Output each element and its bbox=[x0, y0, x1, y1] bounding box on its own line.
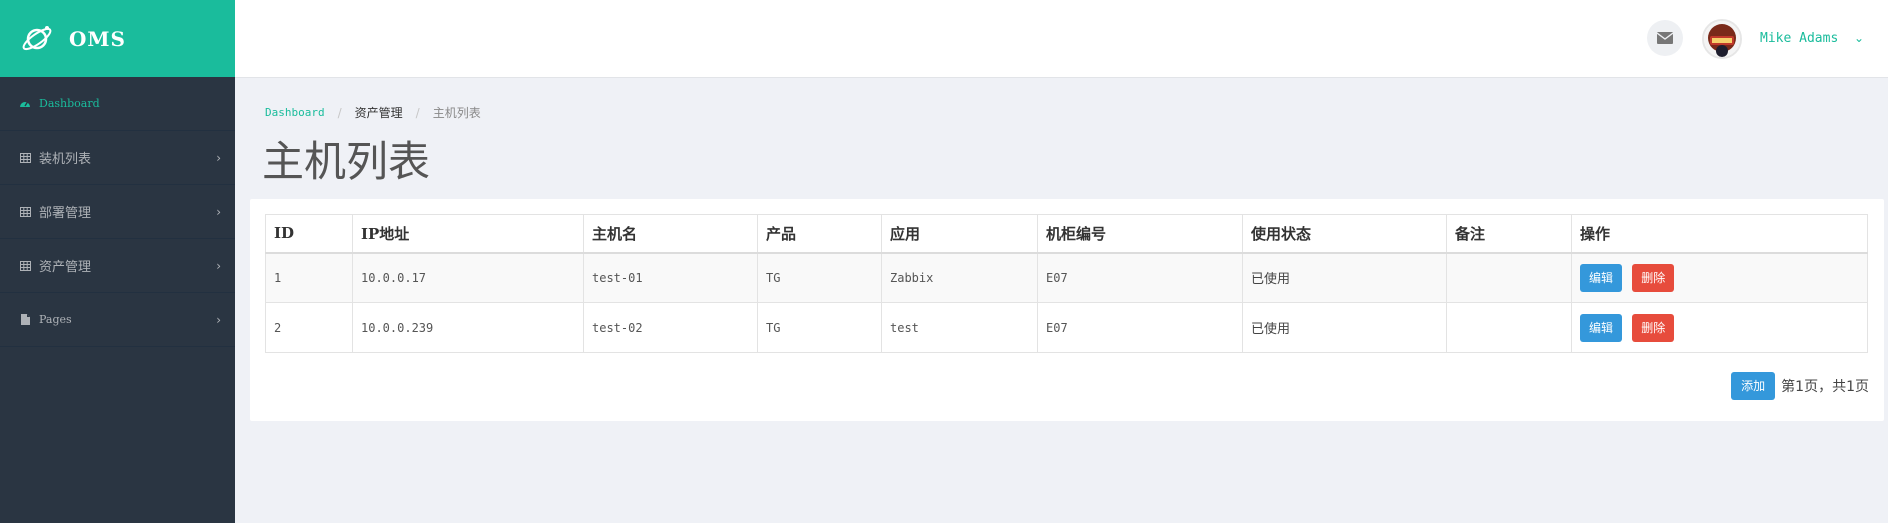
column-header-hostname: 主机名 bbox=[583, 214, 758, 254]
brand-name: OMS bbox=[69, 26, 127, 51]
cell-status: 已使用 bbox=[1242, 252, 1447, 303]
user-menu-name[interactable]: Mike Adams bbox=[1760, 31, 1838, 46]
add-button[interactable]: 添加 bbox=[1731, 372, 1776, 400]
sidebar-item-label: 部署管理 bbox=[39, 206, 92, 221]
envelope-icon bbox=[1656, 29, 1674, 48]
cell-note bbox=[1446, 252, 1572, 303]
table-icon bbox=[19, 260, 31, 272]
cell-product: TG bbox=[757, 252, 882, 303]
sidebar-item-install-list[interactable]: 装机列表 › bbox=[0, 131, 235, 185]
sidebar-item-pages[interactable]: Pages › bbox=[0, 293, 235, 347]
table-row: 2 10.0.0.239 test-02 TG test E07 已使用 编辑 … bbox=[265, 302, 1868, 353]
sidebar: OMS Dashboard 装机列表 › 部署管理 › 资产管理 › Pages… bbox=[0, 0, 235, 523]
cell-app: test bbox=[881, 302, 1038, 353]
page-title: 主机列表 bbox=[262, 137, 431, 186]
delete-button[interactable]: 删除 bbox=[1632, 313, 1675, 342]
avatar[interactable] bbox=[1702, 19, 1742, 59]
column-header-id: ID bbox=[265, 214, 353, 254]
sidebar-item-label: Dashboard bbox=[39, 97, 100, 110]
sidebar-item-label: 装机列表 bbox=[39, 152, 92, 167]
brand[interactable]: OMS bbox=[0, 0, 235, 77]
column-header-actions: 操作 bbox=[1571, 214, 1868, 254]
breadcrumb-dashboard-link[interactable]: Dashboard bbox=[265, 106, 325, 119]
column-header-note: 备注 bbox=[1446, 214, 1572, 254]
sidebar-item-dashboard[interactable]: Dashboard bbox=[0, 77, 235, 131]
edit-button[interactable]: 编辑 bbox=[1580, 263, 1623, 292]
chevron-right-icon: › bbox=[216, 312, 221, 327]
planet-logo-icon bbox=[19, 21, 55, 57]
table-header-row: ID IP地址 主机名 产品 应用 机柜编号 使用状态 备注 操作 bbox=[265, 214, 1868, 254]
cell-cabinet: E07 bbox=[1037, 252, 1243, 303]
table-icon bbox=[19, 206, 31, 218]
cell-hostname: test-02 bbox=[583, 302, 758, 353]
cell-ip: 10.0.0.239 bbox=[352, 302, 584, 353]
chevron-right-icon: › bbox=[216, 150, 221, 165]
column-header-app: 应用 bbox=[881, 214, 1038, 254]
sidebar-nav: Dashboard 装机列表 › 部署管理 › 资产管理 › Pages › bbox=[0, 77, 235, 347]
cell-actions: 编辑 删除 bbox=[1571, 252, 1868, 303]
dashboard-icon bbox=[19, 98, 31, 110]
cell-id: 1 bbox=[265, 252, 353, 303]
cell-id: 2 bbox=[265, 302, 353, 353]
table-row: 1 10.0.0.17 test-01 TG Zabbix E07 已使用 编辑… bbox=[265, 252, 1868, 303]
cell-app: Zabbix bbox=[881, 252, 1038, 303]
column-header-product: 产品 bbox=[757, 214, 882, 254]
cell-status: 已使用 bbox=[1242, 302, 1447, 353]
sidebar-item-deploy[interactable]: 部署管理 › bbox=[0, 185, 235, 239]
cell-ip: 10.0.0.17 bbox=[352, 252, 584, 303]
top-header: Mike Adams ⌄ bbox=[235, 0, 1888, 78]
sidebar-item-label: 资产管理 bbox=[39, 260, 92, 275]
delete-button[interactable]: 删除 bbox=[1632, 263, 1675, 292]
cell-actions: 编辑 删除 bbox=[1571, 302, 1868, 353]
page-info: 第1页，共1页 bbox=[1781, 379, 1869, 395]
column-header-cabinet: 机柜编号 bbox=[1037, 214, 1243, 254]
host-table: ID IP地址 主机名 产品 应用 机柜编号 使用状态 备注 操作 1 10.0… bbox=[265, 214, 1868, 353]
breadcrumb-separator: / bbox=[415, 105, 420, 120]
cell-note bbox=[1446, 302, 1572, 353]
breadcrumb: Dashboard / 资产管理 / 主机列表 bbox=[265, 104, 481, 121]
column-header-ip: IP地址 bbox=[352, 214, 584, 254]
chevron-down-icon[interactable]: ⌄ bbox=[1854, 31, 1864, 45]
cell-cabinet: E07 bbox=[1037, 302, 1243, 353]
file-icon bbox=[19, 314, 31, 326]
pagination: 添加 第1页，共1页 bbox=[1731, 372, 1869, 400]
column-header-status: 使用状态 bbox=[1242, 214, 1447, 254]
chevron-right-icon: › bbox=[216, 258, 221, 273]
table-icon bbox=[19, 152, 31, 164]
breadcrumb-current: 主机列表 bbox=[432, 106, 481, 120]
mail-button[interactable] bbox=[1647, 20, 1683, 56]
breadcrumb-separator: / bbox=[337, 105, 342, 120]
sidebar-item-label: Pages bbox=[39, 313, 72, 326]
cell-hostname: test-01 bbox=[583, 252, 758, 303]
cell-product: TG bbox=[757, 302, 882, 353]
host-list-panel: ID IP地址 主机名 产品 应用 机柜编号 使用状态 备注 操作 1 10.0… bbox=[250, 199, 1884, 421]
chevron-right-icon: › bbox=[216, 204, 221, 219]
sidebar-item-assets[interactable]: 资产管理 › bbox=[0, 239, 235, 293]
breadcrumb-assets-link[interactable]: 资产管理 bbox=[355, 104, 403, 121]
edit-button[interactable]: 编辑 bbox=[1580, 313, 1623, 342]
